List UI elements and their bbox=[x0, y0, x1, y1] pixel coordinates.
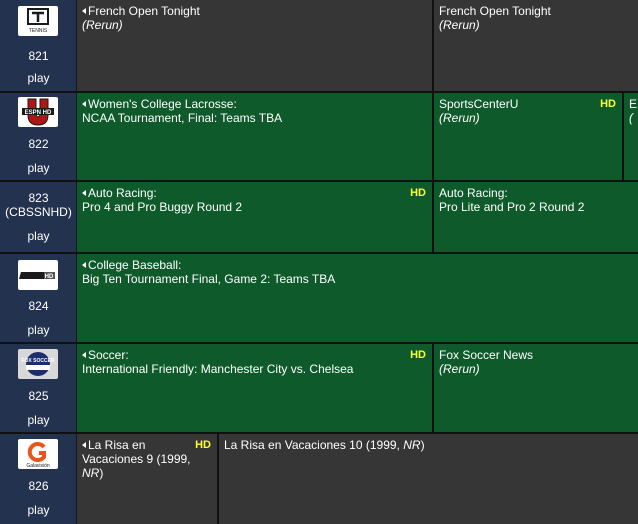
channel-number: 823 bbox=[28, 191, 49, 205]
program-rating: NR bbox=[403, 438, 421, 452]
program-title: French Open Tonight bbox=[88, 4, 200, 18]
program-cell[interactable]: French Open Tonight (Rerun) bbox=[434, 0, 638, 91]
hd-badge: HD bbox=[600, 98, 616, 110]
left-arrow-icon bbox=[82, 8, 86, 14]
galavision-logo-icon: Galavisión bbox=[18, 439, 58, 469]
channel-row-822: ESPN HD 822 play Women's College Lacross… bbox=[0, 93, 638, 180]
program-subtitle: ( bbox=[629, 111, 633, 125]
play-link[interactable]: play bbox=[0, 161, 77, 175]
program-subtitle: Big Ten Tournament Final, Game 2: Teams … bbox=[82, 272, 336, 286]
program-title: E bbox=[629, 97, 638, 111]
channel-row-826: Galavisión 826 play La Risa en Vacacione… bbox=[0, 434, 638, 524]
hd-badge: HD bbox=[410, 349, 426, 361]
left-arrow-icon bbox=[82, 190, 86, 196]
channel-cell[interactable]: ESPN HD 822 play bbox=[0, 93, 77, 180]
channel-number: 822 bbox=[28, 137, 49, 151]
channel-cell[interactable]: FOX SOCCER 825 play bbox=[0, 344, 77, 432]
program-subtitle: Pro 4 and Pro Buggy Round 2 bbox=[82, 200, 243, 214]
play-link[interactable]: play bbox=[0, 413, 77, 427]
program-title: La Risa en Vacaciones 10 (1999, bbox=[224, 438, 404, 452]
program-rating: NR bbox=[82, 466, 100, 480]
left-arrow-icon bbox=[82, 352, 86, 358]
program-cell[interactable]: French Open Tonight (Rerun) bbox=[77, 0, 434, 91]
program-title: College Baseball: bbox=[88, 258, 182, 272]
program-title: Auto Racing: bbox=[88, 186, 157, 200]
logo-text: ESPN HD bbox=[25, 110, 52, 116]
channel-row-825: FOX SOCCER 825 play Soccer: Internationa… bbox=[0, 344, 638, 432]
logo-text: Galavisión bbox=[26, 463, 50, 469]
program-subtitle-end: ) bbox=[99, 466, 104, 480]
left-arrow-icon bbox=[82, 442, 86, 448]
tennis-channel-logo-icon: TENNIS bbox=[18, 6, 58, 36]
hd-badge: HD bbox=[410, 187, 426, 199]
channel-number: 821 bbox=[28, 49, 49, 63]
program-title-end: ) bbox=[420, 438, 425, 452]
channel-row-821: TENNIS 821 play French Open Tonight (Rer… bbox=[0, 0, 638, 91]
program-title: Soccer: bbox=[88, 348, 129, 362]
program-title: La Risa en bbox=[88, 438, 146, 452]
channel-row-823: 823 (CBSSNHD) play Auto Racing: Pro 4 an… bbox=[0, 182, 638, 252]
espnu-hd-logo-icon: ESPN HD bbox=[18, 97, 58, 127]
play-link[interactable]: play bbox=[0, 71, 77, 85]
program-cell[interactable]: Soccer: International Friendly: Manchest… bbox=[77, 344, 434, 432]
play-link[interactable]: play bbox=[0, 229, 77, 243]
program-title: French Open Tonight bbox=[439, 4, 551, 18]
program-title: Fox Soccer News bbox=[439, 348, 534, 362]
play-link[interactable]: play bbox=[0, 323, 77, 337]
channel-number: 824 bbox=[28, 299, 49, 313]
logo-text: FOX SOCCER bbox=[21, 358, 54, 364]
program-cell[interactable]: La Risa en Vacaciones 10 (1999, NR) bbox=[219, 434, 638, 524]
left-arrow-icon bbox=[82, 262, 86, 268]
channel-cell[interactable]: 823 (CBSSNHD) play bbox=[0, 182, 77, 252]
logo-text: TENNIS bbox=[29, 28, 48, 34]
left-arrow-icon bbox=[82, 101, 86, 107]
program-cell[interactable]: Fox Soccer News (Rerun) bbox=[434, 344, 638, 432]
program-cell[interactable]: E ( bbox=[624, 93, 638, 180]
program-cell[interactable]: Women's College Lacrosse: NCAA Tournamen… bbox=[77, 93, 434, 180]
sports-hd-logo-icon: HD bbox=[18, 260, 58, 290]
program-subtitle: (Rerun) bbox=[439, 362, 480, 376]
channel-cell[interactable]: HD 824 play bbox=[0, 254, 77, 342]
logo-text: HD bbox=[45, 274, 54, 280]
program-subtitle: (Rerun) bbox=[439, 18, 480, 32]
program-subtitle: International Friendly: Manchester City … bbox=[82, 362, 354, 376]
program-subtitle: (Rerun) bbox=[82, 18, 123, 32]
program-cell[interactable]: Auto Racing: Pro 4 and Pro Buggy Round 2… bbox=[77, 182, 434, 252]
program-subtitle: NCAA Tournament, Final: Teams TBA bbox=[82, 111, 283, 125]
channel-number: 826 bbox=[28, 479, 49, 493]
program-cell[interactable]: La Risa en Vacaciones 9 (1999, NR) HD bbox=[77, 434, 219, 524]
hd-badge: HD bbox=[195, 439, 211, 451]
channel-cell[interactable]: TENNIS 821 play bbox=[0, 0, 77, 91]
program-subtitle: (Rerun) bbox=[439, 111, 480, 125]
program-title: SportsCenterU bbox=[439, 97, 519, 111]
program-cell[interactable]: Auto Racing: Pro Lite and Pro 2 Round 2 bbox=[434, 182, 638, 252]
fox-soccer-logo-icon: FOX SOCCER bbox=[18, 349, 58, 379]
program-cell[interactable]: College Baseball: Big Ten Tournament Fin… bbox=[77, 254, 638, 342]
channel-number: 825 bbox=[28, 389, 49, 403]
program-cell[interactable]: SportsCenterU (Rerun) HD bbox=[434, 93, 624, 180]
program-subtitle: Pro Lite and Pro 2 Round 2 bbox=[439, 200, 585, 214]
channel-cell[interactable]: Galavisión 826 play bbox=[0, 434, 77, 524]
program-title: Auto Racing: bbox=[439, 186, 508, 200]
play-link[interactable]: play bbox=[0, 503, 77, 517]
channel-callsign: (CBSSNHD) bbox=[5, 205, 72, 219]
program-title: Women's College Lacrosse: bbox=[88, 97, 237, 111]
program-subtitle: Vacaciones 9 (1999, bbox=[82, 452, 191, 466]
channel-row-824: HD 824 play College Baseball: Big Ten To… bbox=[0, 254, 638, 342]
tv-guide-grid: TENNIS 821 play French Open Tonight (Rer… bbox=[0, 0, 638, 524]
